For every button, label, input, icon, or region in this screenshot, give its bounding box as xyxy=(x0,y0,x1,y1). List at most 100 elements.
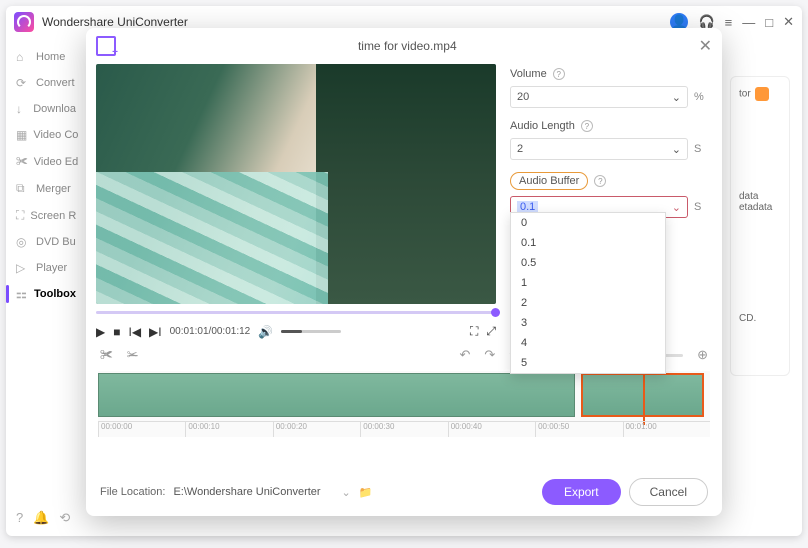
volume-select[interactable]: 20 ⌄ xyxy=(510,86,688,108)
unit-label: S xyxy=(694,201,706,213)
convert-icon: ⟳ xyxy=(16,76,30,90)
timeline-ruler: 00:00:00 00:00:10 00:00:20 00:00:30 00:0… xyxy=(98,421,710,437)
audio-length-select[interactable]: 2⌄ xyxy=(510,138,688,160)
disc-icon: ◎ xyxy=(16,235,30,249)
file-location-input[interactable] xyxy=(173,486,333,498)
ruler-tick: 00:01:00 xyxy=(623,422,710,437)
zoom-in-icon[interactable]: ⊕ xyxy=(697,347,708,363)
sidebar-item-label: Video Ed xyxy=(34,156,78,168)
help-icon[interactable]: ? xyxy=(594,175,606,187)
ruler-tick: 00:00:10 xyxy=(185,422,272,437)
ruler-tick: 00:00:20 xyxy=(273,422,360,437)
next-button[interactable]: ▶I xyxy=(149,325,162,339)
dropdown-option[interactable]: 4 xyxy=(511,333,665,353)
maximize-button[interactable]: □ xyxy=(765,15,773,30)
close-icon[interactable]: ✕ xyxy=(699,36,712,56)
record-icon: ⛶ xyxy=(16,208,24,223)
volume-slider[interactable] xyxy=(281,330,341,333)
volume-icon[interactable]: 🔊 xyxy=(258,325,273,339)
toolbox-icon: ⚏ xyxy=(16,287,28,301)
snapshot-icon[interactable]: ⛶ xyxy=(470,324,478,339)
settings-panel: Volume? 20⌄ % Audio Length? 2⌄ S Audio B… xyxy=(504,64,712,343)
bell-icon[interactable]: 🔔 xyxy=(33,510,49,526)
dropdown-option[interactable]: 2 xyxy=(511,293,665,313)
export-button[interactable]: Export xyxy=(542,479,621,505)
dropdown-option[interactable]: 0.1 xyxy=(511,233,665,253)
add-file-icon[interactable] xyxy=(96,36,116,56)
transport-controls: ▶ ■ I◀ ▶I 00:01:01/00:01:12 🔊 ⛶ ⤢ xyxy=(96,320,496,343)
dropdown-option[interactable]: 0.5 xyxy=(511,253,665,273)
play-button[interactable]: ▶ xyxy=(96,325,105,339)
cancel-button[interactable]: Cancel xyxy=(629,478,708,506)
bg-text: data xyxy=(739,191,781,202)
scissors-icon: ✀ xyxy=(16,154,28,169)
minimize-button[interactable]: — xyxy=(742,15,755,30)
folder-icon[interactable]: 📁 xyxy=(359,486,373,499)
select-value: 20 xyxy=(517,91,529,103)
sidebar-item-video-compress[interactable]: ▦Video Co xyxy=(6,122,86,148)
chevron-down-icon: ⌄ xyxy=(672,91,681,104)
app-title: Wondershare UniConverter xyxy=(42,15,670,29)
home-icon: ⌂ xyxy=(16,50,30,64)
time-display: 00:01:01/00:01:12 xyxy=(170,326,251,337)
chevron-down-icon: ⌄ xyxy=(672,201,681,214)
close-button[interactable]: ✕ xyxy=(783,14,794,30)
sidebar-item-download[interactable]: ↓ Downloa xyxy=(6,96,86,122)
seek-bar[interactable] xyxy=(96,304,496,320)
compress-icon: ▦ xyxy=(16,128,27,142)
ruler-tick: 00:00:40 xyxy=(448,422,535,437)
unit-label: % xyxy=(694,91,706,103)
video-preview[interactable] xyxy=(96,64,496,304)
sidebar-item-label: Convert xyxy=(36,77,75,89)
background-card: tor data etadata CD. xyxy=(730,76,790,376)
sidebar-item-merger[interactable]: ⧉Merger xyxy=(6,175,86,202)
help-icon[interactable]: ? xyxy=(581,120,593,132)
sidebar-item-dvd-burn[interactable]: ◎ DVD Bu xyxy=(6,229,86,255)
help-icon[interactable]: ? xyxy=(553,68,565,80)
sidebar-item-toolbox[interactable]: ⚏ Toolbox xyxy=(6,281,86,307)
cut-icon[interactable]: ✀ xyxy=(100,347,113,363)
help-icon[interactable]: ? xyxy=(16,510,23,526)
audio-length-label: Audio Length xyxy=(510,120,575,132)
download-icon: ↓ xyxy=(16,102,27,116)
sidebar-item-label: DVD Bu xyxy=(36,236,76,248)
audio-buffer-dropdown: 0 0.1 0.5 1 2 3 4 5 xyxy=(510,212,666,374)
chevron-down-icon[interactable]: ⌄ xyxy=(341,486,350,499)
ruler-tick: 00:00:30 xyxy=(360,422,447,437)
sidebar-item-label: Downloa xyxy=(33,103,76,115)
sidebar-item-video-edit[interactable]: ✀ Video Ed xyxy=(6,148,86,175)
stop-button[interactable]: ■ xyxy=(113,325,120,339)
sidebar-item-screen-record[interactable]: ⛶ Screen R xyxy=(6,202,86,229)
sidebar-item-label: Player xyxy=(36,262,67,274)
unit-label: S xyxy=(694,143,706,155)
volume-label: Volume xyxy=(510,68,547,80)
fullscreen-icon[interactable]: ⤢ xyxy=(486,324,496,339)
audio-buffer-label: Audio Buffer xyxy=(519,175,579,187)
ruler-tick: 00:00:50 xyxy=(535,422,622,437)
bg-text: etadata xyxy=(739,202,781,213)
dropdown-option[interactable]: 0 xyxy=(511,213,665,233)
editor-dialog: time for video.mp4 ✕ ▶ ■ I◀ ▶I 00:01:01/… xyxy=(86,28,722,516)
sidebar-item-home[interactable]: ⌂Home xyxy=(6,44,86,70)
menu-icon[interactable]: ≡ xyxy=(725,15,733,30)
sidebar: ⌂Home ⟳ Convert ↓ Downloa ▦Video Co ✀ Video… xyxy=(6,38,86,498)
dropdown-option[interactable]: 3 xyxy=(511,313,665,333)
redo-icon[interactable]: ↷ xyxy=(484,347,495,363)
chevron-down-icon: ⌄ xyxy=(672,143,681,156)
prev-button[interactable]: I◀ xyxy=(128,325,141,339)
sidebar-item-label: Toolbox xyxy=(34,288,76,300)
dropdown-option[interactable]: 5 xyxy=(511,353,665,373)
bg-text: tor xyxy=(739,89,751,100)
undo-icon[interactable]: ↶ xyxy=(459,347,470,363)
play-icon: ▷ xyxy=(16,261,30,275)
timeline[interactable]: 00:00:00 00:00:10 00:00:20 00:00:30 00:0… xyxy=(98,371,710,437)
dialog-title: time for video.mp4 xyxy=(116,39,699,53)
trash-icon[interactable]: ✂̶ xyxy=(127,347,138,363)
refresh-icon[interactable]: ⟲ xyxy=(59,510,70,526)
sidebar-item-player[interactable]: ▷ Player xyxy=(6,255,86,281)
sidebar-item-convert[interactable]: ⟳ Convert xyxy=(6,70,86,96)
footer-icons: ? 🔔 ⟲ xyxy=(16,510,70,526)
sidebar-item-label: Screen R xyxy=(30,210,76,222)
dropdown-option[interactable]: 1 xyxy=(511,273,665,293)
bg-text: CD. xyxy=(739,313,781,324)
